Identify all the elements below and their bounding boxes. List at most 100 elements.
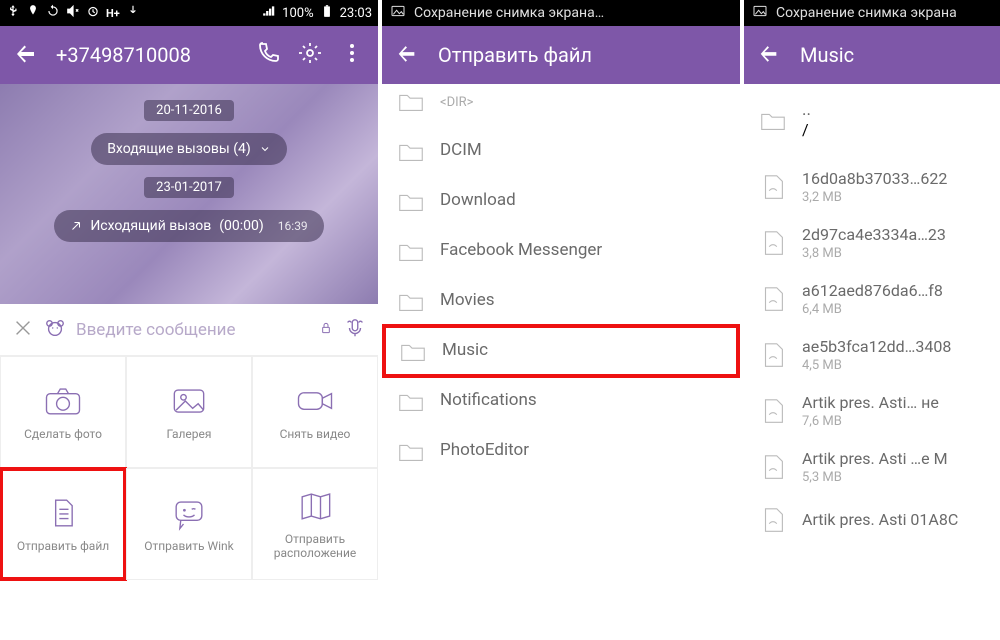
tile-wink[interactable]: Отправить Wink xyxy=(126,468,252,580)
map-icon xyxy=(293,488,337,524)
folder-row[interactable]: PhotoEditor xyxy=(382,426,740,476)
file-size: 3,8 MB xyxy=(802,246,946,261)
status-bar: H+ 100% 23:03 xyxy=(0,0,378,26)
chat-title[interactable]: +37498710008 xyxy=(56,43,238,67)
message-input[interactable]: Введите сообщение xyxy=(76,320,308,340)
pin-icon xyxy=(26,4,40,22)
usb-icon xyxy=(6,4,20,22)
folder-row[interactable]: Download xyxy=(382,176,740,226)
folder-row-partial[interactable]: <DIR> xyxy=(382,84,740,126)
status-screenshot-label: Сохранение снимка экрана… xyxy=(414,5,604,21)
folder-name: Facebook Messenger xyxy=(440,240,602,260)
message-input-row: Введите сообщение xyxy=(0,304,378,356)
folder-name: DCIM xyxy=(440,140,482,160)
mic-icon[interactable] xyxy=(344,317,366,343)
call-icon[interactable] xyxy=(256,41,280,69)
status-bar-3: Сохранение снимка экрана xyxy=(744,0,1000,26)
audio-file-icon xyxy=(758,505,788,535)
file-browser-appbar: Отправить файл xyxy=(382,26,740,84)
incoming-calls-label: Входящие вызовы (4) xyxy=(107,141,251,157)
file-row[interactable]: Artik pres. Asti …e M 5,3 MB xyxy=(744,439,1000,495)
file-name: a612aed876da6…f8 xyxy=(802,281,943,300)
music-file-list[interactable]: 16d0a8b37033…622 3,2 MB 2d97ca4e3334a…23… xyxy=(744,159,1000,545)
tile-location[interactable]: Отправить расположение xyxy=(252,468,378,580)
tile-send-file-label: Отправить файл xyxy=(17,539,109,553)
outgoing-arrow-icon xyxy=(70,220,82,232)
file-size: 4,5 MB xyxy=(802,358,951,373)
folder-row[interactable]: Notifications xyxy=(382,376,740,426)
chevron-down-icon xyxy=(259,143,271,155)
folder-up-row[interactable]: .. / xyxy=(744,84,1000,159)
lock-icon[interactable] xyxy=(318,320,334,340)
folder-up-sub: / xyxy=(802,120,811,139)
file-name: ae5b3fca12dd…3408 xyxy=(802,337,951,356)
folder-icon xyxy=(396,286,426,316)
folder-row[interactable]: Facebook Messenger xyxy=(382,226,740,276)
tile-location-label: Отправить расположение xyxy=(253,532,377,560)
gallery-icon xyxy=(167,383,211,419)
tile-wink-label: Отправить Wink xyxy=(144,539,234,553)
outgoing-call-chip[interactable]: Исходящий вызов (00:00) 16:39 xyxy=(54,210,323,242)
alarm-icon xyxy=(86,4,100,22)
folder-row[interactable]: Movies xyxy=(382,276,740,326)
camera-icon xyxy=(41,383,85,419)
video-icon xyxy=(293,383,337,419)
folder-row[interactable]: DCIM xyxy=(382,126,740,176)
tile-gallery-label: Галерея xyxy=(167,427,212,441)
status-time: 23:03 xyxy=(340,6,372,21)
file-row[interactable]: 2d97ca4e3334a…23 3,8 MB xyxy=(744,215,1000,271)
gear-icon[interactable] xyxy=(298,41,322,69)
file-row[interactable]: Artik pres. Asti 01A8C xyxy=(744,495,1000,545)
panel-viber-chat: H+ 100% 23:03 +37498710008 20-11-2016 Вх… xyxy=(0,0,378,640)
audio-file-icon xyxy=(758,228,788,258)
bear-sticker-icon[interactable] xyxy=(44,317,66,343)
more-icon[interactable] xyxy=(340,41,364,69)
file-row[interactable]: ae5b3fca12dd…3408 4,5 MB xyxy=(744,327,1000,383)
file-size: 7,6 MB xyxy=(802,414,939,429)
panel-file-browser-music: Сохранение снимка экрана Music .. / 16d0… xyxy=(744,0,1000,640)
back-icon[interactable] xyxy=(14,41,38,69)
tile-video-label: Снять видео xyxy=(280,427,351,441)
folder-name: Movies xyxy=(440,290,495,310)
back-icon[interactable] xyxy=(758,42,780,68)
audio-file-icon xyxy=(758,172,788,202)
panel-file-browser-root: Сохранение снимка экрана… Отправить файл… xyxy=(382,0,740,640)
file-size: 3,2 MB xyxy=(802,190,947,205)
download-arrow-icon xyxy=(126,4,140,22)
audio-file-icon xyxy=(758,396,788,426)
folder-icon xyxy=(396,136,426,166)
tile-video[interactable]: Снять видео xyxy=(252,356,378,468)
signal-icon xyxy=(262,4,276,22)
folder-icon xyxy=(396,386,426,416)
file-name: Artik pres. Asti …e M xyxy=(802,449,948,468)
file-name: 16d0a8b37033…622 xyxy=(802,169,947,188)
status-screenshot-label: Сохранение снимка экрана xyxy=(776,5,957,21)
file-icon xyxy=(41,495,85,531)
audio-file-icon xyxy=(758,452,788,482)
folder-icon xyxy=(396,236,426,266)
incoming-calls-chip[interactable]: Входящие вызовы (4) xyxy=(91,133,287,165)
date-chip-1: 20-11-2016 xyxy=(144,100,234,121)
tile-send-file[interactable]: Отправить файл xyxy=(0,468,126,580)
audio-file-icon xyxy=(758,340,788,370)
outgoing-call-time: 16:39 xyxy=(278,219,308,233)
tile-photo[interactable]: Сделать фото xyxy=(0,356,126,468)
file-row[interactable]: 16d0a8b37033…622 3,2 MB xyxy=(744,159,1000,215)
folder-up-name: .. xyxy=(802,100,811,120)
screenshot-icon xyxy=(752,3,768,23)
file-name: 2d97ca4e3334a…23 xyxy=(802,225,946,244)
folder-name: Music xyxy=(442,340,488,360)
refresh-icon xyxy=(46,4,60,22)
wink-icon xyxy=(167,495,211,531)
outgoing-call-label: Исходящий вызов xyxy=(90,218,211,234)
file-row[interactable]: a612aed876da6…f8 6,4 MB xyxy=(744,271,1000,327)
close-icon[interactable] xyxy=(12,317,34,343)
chat-appbar: +37498710008 xyxy=(0,26,378,84)
file-row[interactable]: Artik pres. Asti… не 7,6 MB xyxy=(744,383,1000,439)
folder-list[interactable]: <DIR> DCIM Download Facebook Messenger M… xyxy=(382,84,740,476)
back-icon[interactable] xyxy=(396,42,418,68)
folder-name: Download xyxy=(440,190,516,210)
folder-row[interactable]: Music xyxy=(384,326,738,376)
tile-gallery[interactable]: Галерея xyxy=(126,356,252,468)
mute-icon xyxy=(66,4,80,22)
